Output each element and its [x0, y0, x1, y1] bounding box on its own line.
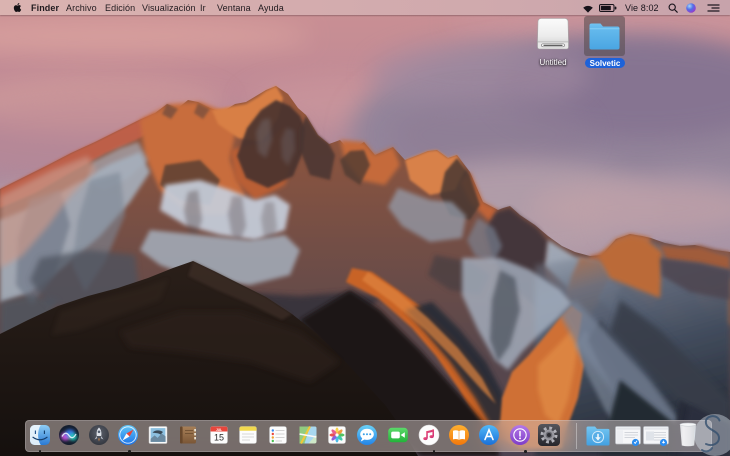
svg-text:JUL: JUL: [215, 428, 221, 432]
svg-text:15: 15: [213, 433, 223, 443]
